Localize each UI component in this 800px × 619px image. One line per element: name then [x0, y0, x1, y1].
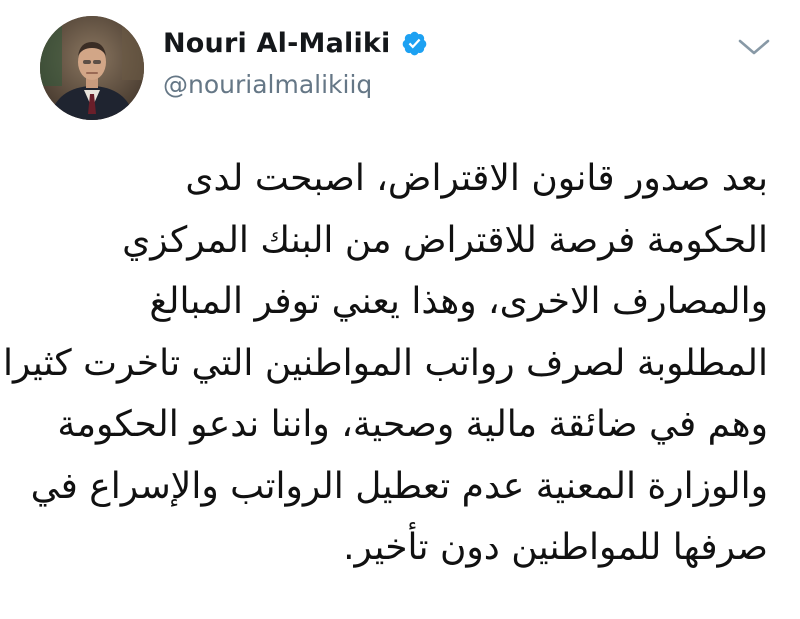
tweet-line: المطلوبة لصرف رواتب المواطنين التي تاخرت… [2, 342, 768, 384]
verified-badge-icon [402, 31, 426, 56]
tweet-text: بعد صدور قانون الاقتراض، اصبحت لدى الحكو… [2, 148, 768, 579]
chevron-down-icon[interactable] [736, 36, 772, 58]
tweet-line: والمصارف الاخرى، وهذا يعني توفر المبالغ [149, 281, 768, 322]
profile-photo-icon [40, 16, 144, 120]
tweet-line: الحكومة فرصة للاقتراض من البنك المركزي [122, 219, 768, 261]
author-handle[interactable]: @nourialmalikiiq [163, 70, 372, 99]
avatar[interactable] [40, 16, 144, 120]
tweet-line: بعد صدور قانون الاقتراض، اصبحت لدى [185, 158, 768, 199]
author-name-row: Nouri Al-Maliki [163, 28, 428, 59]
tweet-line: وهم في ضائقة مالية وصحية، واننا ندعو الح… [57, 404, 768, 445]
tweet-line: والوزارة المعنية عدم تعطيل الرواتب والإس… [30, 465, 768, 507]
author-display-name[interactable]: Nouri Al-Maliki [163, 28, 391, 59]
tweet-card: Nouri Al-Maliki @nourialmalikiiq بعد صدو… [0, 0, 800, 619]
tweet-line: صرفها للمواطنين دون تأخير. [343, 527, 768, 568]
